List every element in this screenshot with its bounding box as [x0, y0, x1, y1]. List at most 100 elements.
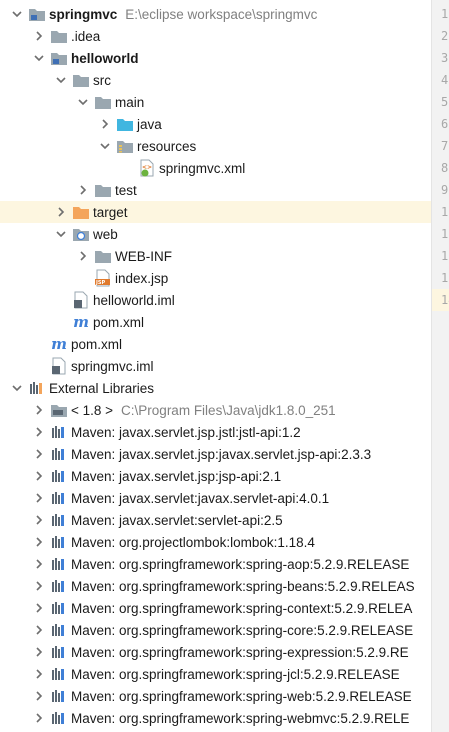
tree-row-springmvc[interactable]: springmvc E:\eclipse workspace\springmvc: [0, 3, 431, 25]
chevron-down-icon[interactable]: [10, 3, 24, 25]
folder-icon: [94, 181, 112, 199]
tree-row-src[interactable]: src: [0, 69, 431, 91]
chevron-right-icon[interactable]: [32, 25, 46, 47]
tree-row-label: resources: [137, 138, 197, 154]
tree-row-label: pom.xml: [71, 336, 123, 352]
library-icon: [50, 423, 68, 441]
library-icon: [50, 665, 68, 683]
tree-row-library[interactable]: Maven: org.springframework:spring-contex…: [0, 597, 431, 619]
svg-text:JSP: JSP: [95, 280, 105, 286]
tree-row-label: springmvc.xml: [159, 160, 246, 176]
line-number: 10: [441, 205, 449, 219]
tree-row-library[interactable]: Maven: javax.servlet:javax.servlet-api:4…: [0, 487, 431, 509]
chevron-right-icon[interactable]: [32, 509, 46, 531]
chevron-right-icon[interactable]: [32, 487, 46, 509]
chevron-right-icon[interactable]: [32, 641, 46, 663]
line-number: 4: [441, 73, 449, 87]
tree-row-library[interactable]: Maven: org.springframework:spring-jcl:5.…: [0, 663, 431, 685]
chevron-right-icon[interactable]: [54, 201, 68, 223]
tree-row-library[interactable]: Maven: org.springframework:spring-aop:5.…: [0, 553, 431, 575]
tree-row-helloworld[interactable]: helloworld: [0, 47, 431, 69]
tree-row-resources[interactable]: resources: [0, 135, 431, 157]
chevron-right-icon[interactable]: [98, 113, 112, 135]
maven-file-icon: m: [51, 335, 67, 353]
chevron-right-icon[interactable]: [32, 707, 46, 729]
line-number: 6: [441, 117, 449, 131]
library-icon: [50, 621, 68, 639]
tree-row-label: < 1.8 >: [71, 402, 114, 418]
tree-row-library[interactable]: Maven: org.projectlombok:lombok:1.18.4: [0, 531, 431, 553]
library-icon: [50, 489, 68, 507]
jsp-file-icon: JSP: [94, 269, 112, 287]
tree-row-java[interactable]: java: [0, 113, 431, 135]
chevron-down-icon[interactable]: [10, 377, 24, 399]
tree-row-target[interactable]: target: [0, 201, 431, 223]
current-line-number: 14: [432, 289, 449, 311]
library-icon: [50, 445, 68, 463]
chevron-right-icon[interactable]: [32, 685, 46, 707]
tree-row-label: Maven: org.springframework:spring-beans:…: [71, 578, 415, 594]
tree-row-library[interactable]: Maven: javax.servlet.jsp:jsp-api:2.1: [0, 465, 431, 487]
tree-row-library[interactable]: Maven: org.springframework:spring-web:5.…: [0, 685, 431, 707]
library-icon: [50, 577, 68, 595]
tree-row-index-jsp[interactable]: JSP index.jsp: [0, 267, 431, 289]
chevron-right-icon[interactable]: [76, 179, 90, 201]
tree-row-pom-xml-module[interactable]: m pom.xml: [0, 311, 431, 333]
chevron-right-icon[interactable]: [32, 531, 46, 553]
tree-row-library[interactable]: Maven: javax.servlet:servlet-api:2.5: [0, 509, 431, 531]
tree-row-external-libraries[interactable]: External Libraries: [0, 377, 431, 399]
chevron-down-icon[interactable]: [54, 69, 68, 91]
chevron-right-icon[interactable]: [32, 597, 46, 619]
chevron-down-icon[interactable]: [32, 47, 46, 69]
chevron-right-icon[interactable]: [32, 465, 46, 487]
library-icon: [50, 643, 68, 661]
tree-row-library[interactable]: Maven: org.springframework:spring-core:5…: [0, 619, 431, 641]
tree-row-helloworld-iml[interactable]: helloworld.iml: [0, 289, 431, 311]
tree-row-springmvc-xml[interactable]: <> springmvc.xml: [0, 157, 431, 179]
tree-row-label: src: [93, 72, 111, 88]
jdk-icon: [50, 401, 68, 419]
library-icon: [50, 709, 68, 727]
chevron-down-icon[interactable]: [76, 91, 90, 113]
chevron-right-icon[interactable]: [32, 421, 46, 443]
tree-row-main[interactable]: main: [0, 91, 431, 113]
tree-row-library[interactable]: Maven: javax.servlet.jsp.jstl:jstl-api:1…: [0, 421, 431, 443]
tree-row-label: External Libraries: [49, 380, 155, 396]
chevron-right-icon[interactable]: [32, 575, 46, 597]
chevron-right-icon[interactable]: [32, 619, 46, 641]
editor-line-gutter: 1 2 3 4 5 6 7 8 9 10 11 12 13 14: [431, 0, 449, 732]
chevron-right-icon[interactable]: [32, 399, 46, 421]
chevron-down-icon[interactable]: [54, 223, 68, 245]
tree-row-web[interactable]: web: [0, 223, 431, 245]
chevron-right-icon[interactable]: [76, 245, 90, 267]
library-icon: [50, 467, 68, 485]
chevron-down-icon[interactable]: [98, 135, 112, 157]
source-folder-icon: [116, 115, 134, 133]
tree-row-springmvc-iml[interactable]: springmvc.iml: [0, 355, 431, 377]
folder-icon: [94, 93, 112, 111]
resources-folder-icon: [116, 137, 134, 155]
tree-row-label: WEB-INF: [115, 248, 172, 264]
tree-row-path: E:\eclipse workspace\springmvc: [125, 6, 318, 22]
tree-row-test[interactable]: test: [0, 179, 431, 201]
chevron-right-icon[interactable]: [32, 663, 46, 685]
tree-row-idea[interactable]: .idea: [0, 25, 431, 47]
tree-row-label: Maven: javax.servlet.jsp.jstl:jstl-api:1…: [71, 424, 301, 440]
chevron-right-icon[interactable]: [32, 553, 46, 575]
project-tree: springmvc E:\eclipse workspace\springmvc…: [0, 0, 431, 732]
tree-row-library[interactable]: Maven: org.springframework:spring-expres…: [0, 641, 431, 663]
line-number: 7: [441, 139, 449, 153]
tree-row-pom-xml-root[interactable]: m pom.xml: [0, 333, 431, 355]
tree-row-library[interactable]: Maven: org.springframework:spring-beans:…: [0, 575, 431, 597]
tree-row-label: Maven: javax.servlet:javax.servlet-api:4…: [71, 490, 330, 506]
module-folder-icon: [28, 5, 46, 23]
library-icon: [50, 599, 68, 617]
line-number: 5: [441, 95, 449, 109]
tree-row-label: web: [93, 226, 118, 242]
tree-row-label: main: [115, 94, 145, 110]
chevron-right-icon[interactable]: [32, 443, 46, 465]
tree-row-library[interactable]: Maven: javax.servlet.jsp:javax.servlet.j…: [0, 443, 431, 465]
tree-row-library[interactable]: Maven: org.springframework:spring-webmvc…: [0, 707, 431, 729]
tree-row-web-inf[interactable]: WEB-INF: [0, 245, 431, 267]
tree-row-jdk[interactable]: < 1.8 > C:\Program Files\Java\jdk1.8.0_2…: [0, 399, 431, 421]
